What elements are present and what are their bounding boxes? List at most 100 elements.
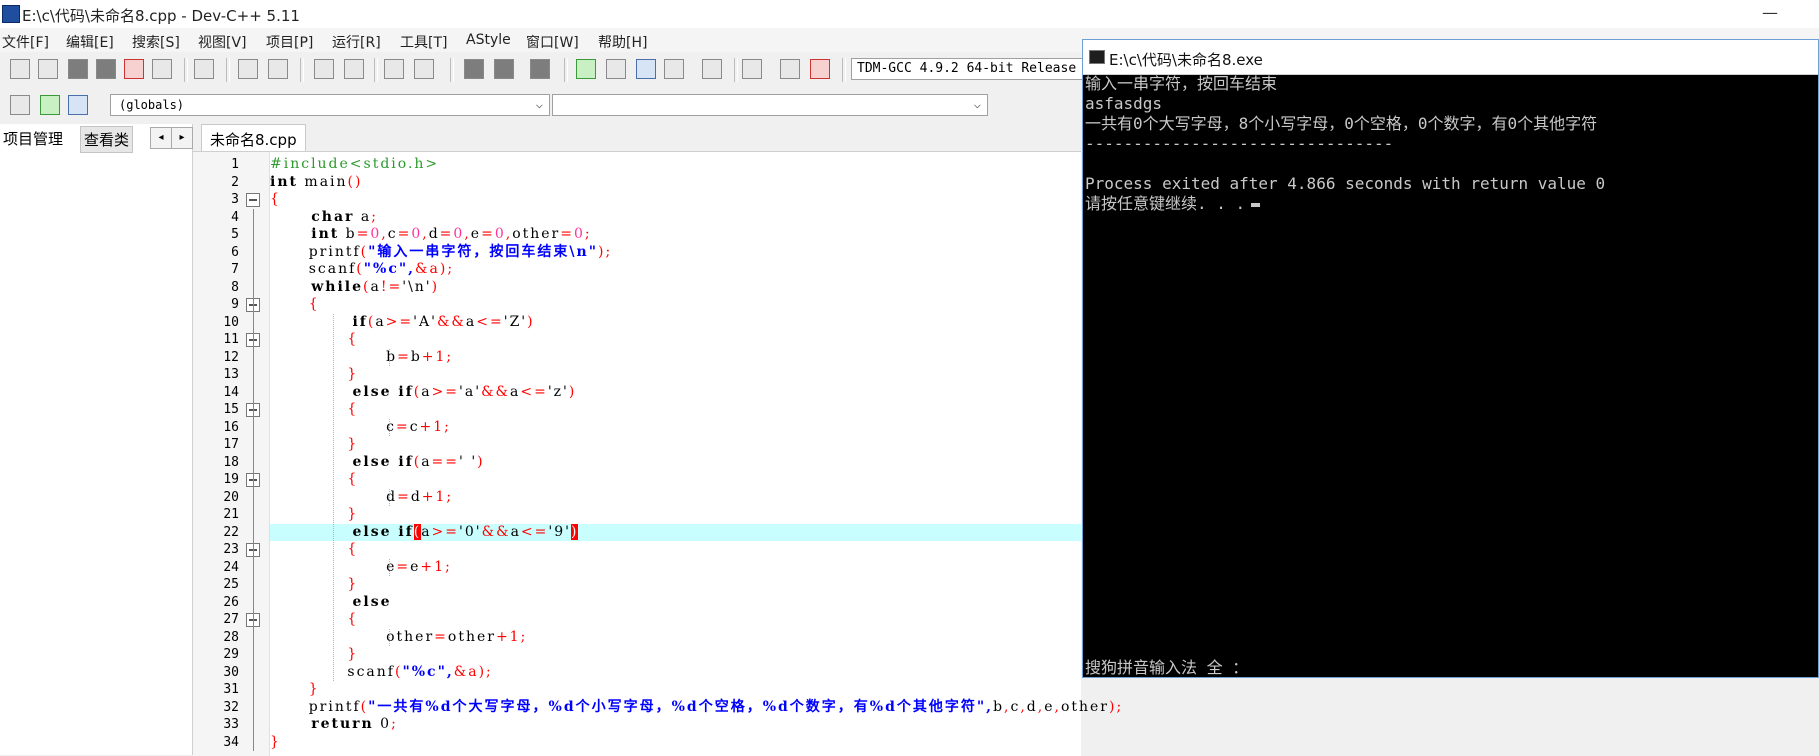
undo-icon[interactable] (238, 59, 258, 79)
editor-tab-file[interactable]: 未命名8.cpp (201, 124, 306, 151)
line-number: 3 (231, 192, 239, 207)
code-line: e=e+1; (270, 559, 452, 576)
code-token: ); (1109, 698, 1124, 715)
compile-run-icon[interactable] (636, 59, 656, 79)
code-token: != (380, 278, 403, 295)
toolbar-separator (300, 58, 304, 82)
tab-project-manager[interactable]: 项目管理 (0, 126, 67, 151)
print-icon[interactable] (194, 59, 214, 79)
code-token: <= (476, 313, 504, 330)
unindent-icon[interactable] (464, 59, 484, 79)
syntax-check-icon[interactable] (702, 59, 722, 79)
line-number: 21 (223, 507, 239, 522)
code-token: 'A' (413, 313, 437, 330)
menu-help[interactable]: 帮助[H] (598, 32, 647, 52)
indent-guide (389, 558, 390, 576)
menu-file[interactable]: 文件[F] (2, 32, 49, 52)
code-token: = (397, 488, 411, 505)
tab-class-browser[interactable]: 查看类 (80, 126, 134, 153)
bookmark-icon[interactable] (414, 59, 434, 79)
open-file-icon[interactable] (38, 59, 58, 79)
menu-view[interactable]: 视图[V] (198, 32, 247, 52)
code-token: { (270, 541, 359, 557)
menu-window[interactable]: 窗口[W] (526, 32, 579, 52)
comment-icon[interactable] (530, 59, 550, 79)
code-line: return 0; (270, 716, 398, 733)
line-number: 22 (223, 524, 239, 540)
insert-icon[interactable] (10, 95, 30, 115)
line-number: 15 (223, 402, 239, 417)
indent-icon[interactable] (494, 59, 514, 79)
menu-project[interactable]: 项目[P] (266, 32, 313, 52)
scope-combo[interactable]: (globals) ⌵ (110, 94, 550, 116)
code-line: } (270, 436, 358, 453)
line-number: 6 (231, 244, 239, 260)
code-token: int (270, 173, 298, 190)
code-token: other (270, 628, 435, 645)
goto-line-icon[interactable] (384, 59, 404, 79)
console-line: -------------------------------- (1085, 134, 1394, 153)
toolbar-separator (184, 58, 188, 82)
code-token: ' ' (459, 453, 478, 470)
code-line: c=c+1; (270, 419, 451, 436)
close-all-icon[interactable] (152, 59, 172, 79)
code-line: else if(a>='a'&&a<='z') (270, 384, 576, 401)
code-token: = (395, 418, 410, 435)
tab-next-button[interactable]: ▸ (171, 127, 193, 149)
console-window[interactable]: E:\c\代码\未命名8.exe 输入一串字符，按回车结束 asfasdgs 一共有… (1082, 39, 1819, 678)
menu-astyle[interactable]: AStyle (466, 32, 511, 48)
fold-toggle-icon[interactable] (246, 192, 260, 207)
stop-execution-icon[interactable] (742, 59, 762, 79)
code-line: int b=0,c=0,d=0,e=0,other=0; (270, 226, 592, 243)
code-token: <= (520, 523, 549, 540)
code-token: = (356, 226, 371, 242)
code-token: a (370, 278, 381, 295)
function-combo[interactable]: ⌵ (552, 94, 988, 116)
save-all-icon[interactable] (96, 59, 116, 79)
goto-bookmark-icon[interactable] (68, 95, 88, 115)
tab-prev-button[interactable]: ◂ (150, 127, 172, 149)
menu-run[interactable]: 运行[R] (332, 32, 381, 52)
save-icon[interactable] (68, 59, 88, 79)
compile-icon[interactable] (576, 59, 596, 79)
compiler-selector[interactable]: TDM-GCC 4.9.2 64-bit Release (851, 58, 1091, 80)
line-number: 33 (223, 717, 239, 732)
replace-icon[interactable] (344, 59, 364, 79)
fold-guide-line (253, 208, 254, 751)
code-line: { (270, 331, 358, 348)
code-token: printf (270, 698, 361, 715)
code-token: +1 (421, 488, 447, 505)
close-file-icon[interactable] (124, 59, 144, 79)
menu-search[interactable]: 搜索[S] (132, 32, 180, 52)
code-token: { (270, 191, 281, 207)
toggle-bookmark-icon[interactable] (40, 95, 60, 115)
menu-edit[interactable]: 编辑[E] (66, 32, 114, 52)
toolbar-separator (374, 58, 378, 82)
code-token: <= (520, 383, 548, 400)
code-editor[interactable]: 1 2 3 4 5 6 7 8 9 10 11 12 13 14 15 16 17 18 19 20 21 22 23 24 2… (193, 151, 1121, 756)
code-token: int (270, 226, 340, 242)
line-number: 1 (231, 157, 239, 172)
code-token: ) (477, 453, 485, 470)
minimize-button[interactable]: — (1762, 3, 1778, 22)
code-token: 'Z' (503, 313, 528, 330)
redo-icon[interactable] (268, 59, 288, 79)
code-line: } (270, 734, 281, 751)
line-number: 5 (231, 227, 239, 242)
profile-chart-icon[interactable] (780, 59, 800, 79)
console-line: 请按任意键继续. . . (1085, 194, 1261, 214)
toolbar-separator (564, 58, 568, 82)
new-file-icon[interactable] (10, 59, 30, 79)
code-token: a (421, 523, 432, 540)
menu-tools[interactable]: 工具[T] (400, 32, 447, 52)
rebuild-all-icon[interactable] (664, 59, 684, 79)
run-icon[interactable] (606, 59, 626, 79)
line-number: 23 (223, 542, 239, 557)
line-number: 29 (223, 647, 239, 662)
find-icon[interactable] (314, 59, 334, 79)
text-cursor (1251, 202, 1261, 207)
code-token: "一共有%d个大写字母，%d个小写字母，%d个空格，%d个数字，有%d个其他字符… (368, 698, 994, 715)
code-token: } (270, 681, 320, 697)
debug-icon[interactable] (810, 59, 830, 79)
code-line: printf("输入一串字符，按回车结束\n"); (270, 244, 612, 261)
